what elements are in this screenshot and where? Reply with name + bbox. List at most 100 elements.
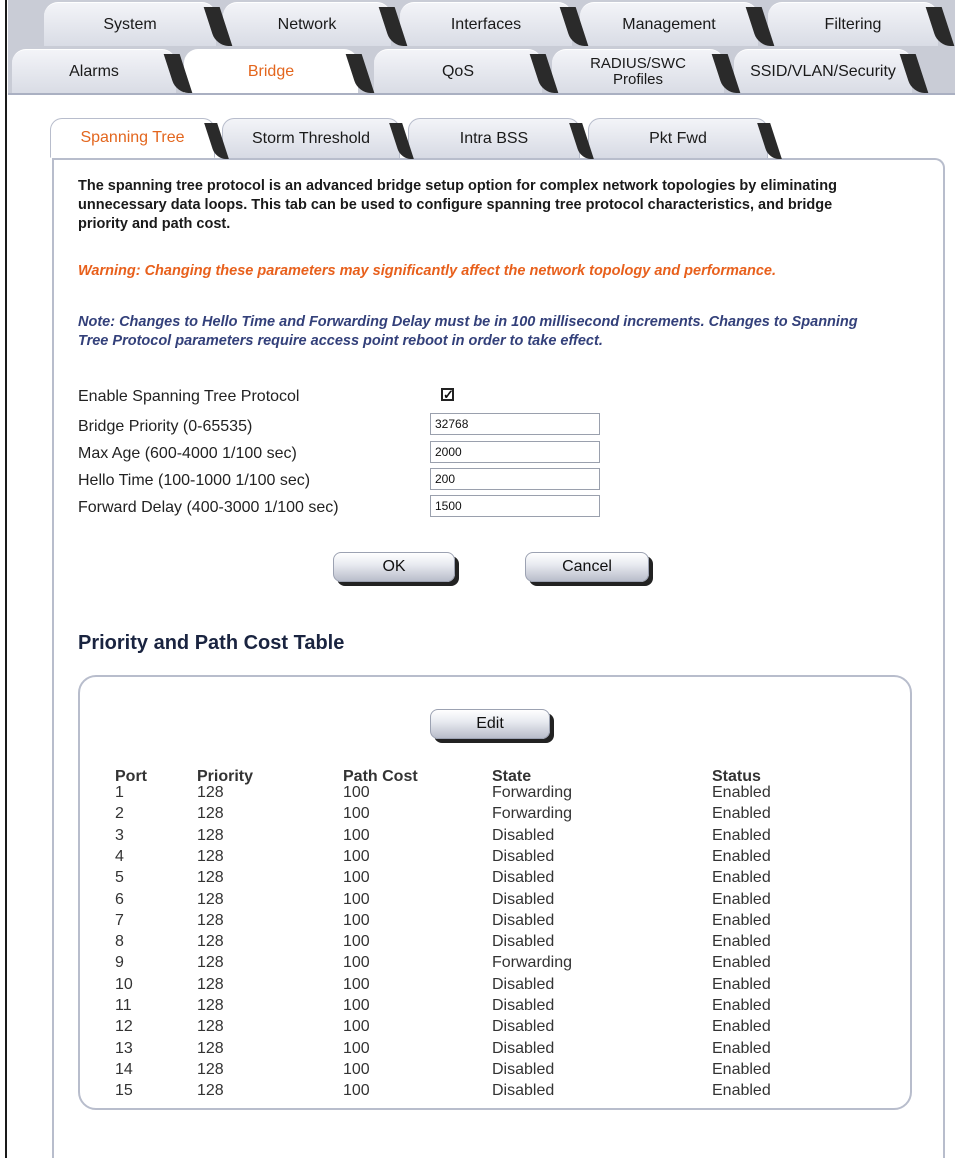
tab-filtering[interactable]: Filtering — [768, 2, 938, 46]
table-cell: 15 — [115, 1082, 133, 1100]
table-cell: 128 — [197, 1060, 224, 1078]
table-cell: Disabled — [492, 997, 555, 1014]
cancel-button[interactable]: Cancel — [525, 552, 649, 582]
table-cell: 7 — [115, 911, 124, 929]
tab-label: System — [103, 15, 157, 33]
table-cell: 128 — [197, 975, 224, 993]
table-cell: 128 — [197, 933, 224, 951]
cancel-button-label: Cancel — [562, 558, 612, 575]
table-cell: Forwarding — [492, 784, 573, 801]
tab-label: Alarms — [69, 62, 119, 80]
forward-delay-input[interactable] — [430, 495, 600, 517]
table-cell: 128 — [197, 954, 224, 972]
table-cell: 128 — [197, 1018, 224, 1036]
bridge-sub-tabs: Spanning Tree Storm Threshold Intra BSS … — [50, 118, 775, 158]
subtab-pkt-fwd[interactable]: Pkt Fwd — [588, 118, 768, 158]
table-cell: Enabled — [712, 1018, 771, 1036]
hello-time-input[interactable] — [430, 468, 600, 490]
table-cell: 100 — [343, 997, 370, 1014]
table-cell: Enabled — [712, 847, 771, 865]
warning-text: Warning: Changing these parameters may s… — [78, 263, 777, 279]
tab-label: RADIUS/SWC Profiles — [590, 54, 686, 88]
ok-button[interactable]: OK — [333, 552, 455, 582]
table-cell: 128 — [197, 847, 224, 865]
table-cell: Enabled — [712, 954, 771, 972]
sub-section-tab-row: Alarms Bridge QoS RADIUS/SWC Profiles SS… — [8, 46, 955, 95]
tab-management[interactable]: Management — [580, 2, 758, 46]
subtab-label: Storm Threshold — [252, 129, 370, 147]
table-cell: 1 — [115, 784, 124, 801]
table-cell: 14 — [115, 1060, 133, 1078]
table-cell: 128 — [197, 1082, 224, 1100]
table-cell: Enabled — [712, 805, 771, 823]
tab-system[interactable]: System — [44, 2, 216, 46]
table-cell: 4 — [115, 847, 124, 865]
max-age-label: Max Age (600-4000 1/100 sec) — [78, 445, 297, 462]
description-text: The spanning tree protocol is an advance… — [78, 178, 837, 232]
table-cell: Disabled — [492, 911, 555, 929]
table-cell: 100 — [343, 933, 370, 951]
subtab-label: Pkt Fwd — [649, 129, 707, 147]
table-cell: 100 — [343, 869, 370, 887]
max-age-input[interactable] — [430, 441, 600, 463]
tab-label: Management — [622, 15, 716, 33]
table-cell: 128 — [197, 911, 224, 929]
edit-button[interactable]: Edit — [430, 709, 550, 739]
table-cell: Disabled — [492, 1039, 555, 1057]
table-cell: Enabled — [712, 997, 771, 1014]
table-cell: 128 — [197, 869, 224, 887]
table-cell: Enabled — [712, 975, 771, 993]
tab-label: Interfaces — [450, 15, 522, 33]
table-cell: Enabled — [712, 911, 771, 929]
table-cell: 3 — [115, 826, 124, 844]
enable-stp-label: Enable Spanning Tree Protocol — [78, 388, 300, 405]
tab-ssid-vlan-security[interactable]: SSID/VLAN/Security — [734, 49, 912, 93]
table-cell: Forwarding — [492, 805, 573, 823]
table-cell: 11 — [115, 997, 132, 1014]
main-tab-row: System Network Interfaces Management Fil… — [8, 0, 955, 46]
tab-alarms[interactable]: Alarms — [12, 49, 176, 93]
table-cell: Disabled — [492, 1082, 555, 1100]
tab-label: Filtering — [824, 15, 882, 33]
enable-stp-checkbox[interactable]: ✓ — [441, 388, 454, 401]
hello-time-label: Hello Time (100-1000 1/100 sec) — [78, 472, 311, 489]
table-cell: 128 — [197, 826, 224, 844]
table-cell: Enabled — [712, 933, 771, 951]
table-cell: 5 — [115, 869, 124, 887]
subtab-intra-bss[interactable]: Intra BSS — [408, 118, 580, 158]
table-cell: 128 — [197, 784, 224, 801]
bridge-priority-label: Bridge Priority (0-65535) — [78, 418, 253, 435]
table-cell: Disabled — [492, 1060, 555, 1078]
table-cell: Disabled — [492, 1018, 555, 1036]
table-cell: 100 — [343, 784, 370, 801]
tab-radius-swc-profiles[interactable]: RADIUS/SWC Profiles — [552, 49, 724, 93]
tab-qos[interactable]: QoS — [374, 49, 542, 93]
tab-network[interactable]: Network — [223, 2, 391, 46]
bridge-priority-input[interactable] — [430, 413, 600, 435]
tab-bridge[interactable]: Bridge — [184, 49, 358, 93]
tab-label: SSID/VLAN/Security — [750, 62, 896, 80]
tab-label: Bridge — [247, 62, 295, 80]
table-cell: Enabled — [712, 826, 771, 844]
table-cell: 128 — [197, 890, 224, 908]
subtab-spanning-tree[interactable]: Spanning Tree — [50, 118, 215, 158]
table-cell: Enabled — [712, 1060, 771, 1078]
table-cell: Forwarding — [492, 954, 573, 972]
edit-button-label: Edit — [476, 715, 504, 732]
table-cell: Disabled — [492, 869, 555, 887]
table-cell: 100 — [343, 805, 370, 823]
subtab-storm-threshold[interactable]: Storm Threshold — [222, 118, 400, 158]
table-cell: Disabled — [492, 890, 555, 908]
tab-interfaces[interactable]: Interfaces — [400, 2, 572, 46]
table-cell: 2 — [115, 805, 124, 823]
table-cell: 100 — [343, 1060, 370, 1078]
table-cell: 13 — [115, 1039, 133, 1057]
table-cell: 100 — [343, 954, 370, 972]
note-text: Note: Changes to Hello Time and Forwardi… — [78, 314, 858, 349]
table-cell: 100 — [343, 1018, 370, 1036]
table-cell: 100 — [343, 975, 370, 993]
table-cell: 12 — [115, 1018, 133, 1036]
subtab-label: Intra BSS — [459, 129, 529, 147]
tab-label: Network — [277, 15, 337, 33]
table-cell: Disabled — [492, 975, 555, 993]
